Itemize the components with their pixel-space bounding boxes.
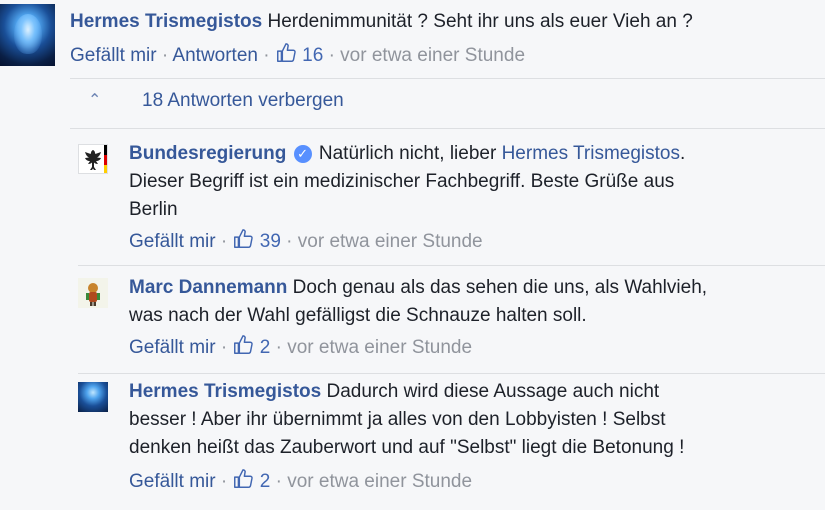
separator: · <box>328 45 335 66</box>
reply-item: Hermes Trismegistos Dadurch wird diese A… <box>78 378 825 500</box>
avatar[interactable] <box>78 144 108 174</box>
chevron-up-icon[interactable]: ⌃ <box>88 90 101 110</box>
timestamp[interactable]: vor etwa einer Stunde <box>340 45 525 66</box>
like-count[interactable]: 39 <box>260 231 281 252</box>
like-link[interactable]: Gefällt mir <box>129 337 216 358</box>
timestamp[interactable]: vor etwa einer Stunde <box>287 471 472 492</box>
reply-text: Dadurch wird diese Aussage auch nicht <box>326 381 660 402</box>
separator: · <box>286 231 293 252</box>
like-link[interactable]: Gefällt mir <box>129 231 216 252</box>
thumbs-up-icon[interactable] <box>232 228 254 250</box>
separator: · <box>263 45 270 66</box>
separator: · <box>220 231 228 252</box>
author-name[interactable]: Marc Dannemann <box>129 277 287 298</box>
reply-text: denken heißt das Zauberwort und auf "Sel… <box>129 437 685 458</box>
author-name[interactable]: Hermes Trismegistos <box>70 11 262 32</box>
separator: · <box>275 471 282 492</box>
like-link[interactable]: Gefällt mir <box>129 471 216 492</box>
reply-text: Dieser Begriff ist ein medizinischer Fac… <box>129 171 675 192</box>
separator: · <box>220 337 228 358</box>
reply-body: Marc Dannemann Doch genau als das sehen … <box>129 274 707 330</box>
separator: · <box>220 471 228 492</box>
reply-actions: Gefällt mir · 2 · vor etwa einer Stunde <box>129 468 472 496</box>
separator: · <box>161 45 169 66</box>
reply-link[interactable]: Antworten <box>172 45 258 66</box>
divider <box>78 373 825 374</box>
reply-item: Bundesregierung ✓ Natürlich nicht, liebe… <box>78 140 825 266</box>
like-count[interactable]: 16 <box>302 45 323 66</box>
reply-text: . <box>680 143 686 164</box>
reply-text: Natürlich nicht, lieber <box>318 143 502 164</box>
divider <box>70 128 825 129</box>
comment-text: Herdenimmunität ? Seht ihr uns als euer … <box>267 11 693 32</box>
reply-text: Doch genau als das sehen die uns, als Wa… <box>292 277 708 298</box>
replies-toggle[interactable]: ⌃ 18 Antworten verbergen <box>70 86 825 122</box>
comment-body: Hermes Trismegistos Herdenimmunität ? Se… <box>70 8 693 36</box>
reply-text: Berlin <box>129 199 178 220</box>
comment-actions: Gefällt mir · Antworten · 16 · vor etwa … <box>70 42 525 70</box>
thumbs-up-icon[interactable] <box>232 468 254 490</box>
separator: · <box>275 337 282 358</box>
avatar[interactable] <box>78 382 108 412</box>
divider <box>78 265 825 266</box>
mention-link[interactable]: Hermes Trismegistos <box>502 143 680 164</box>
reply-body: Bundesregierung ✓ Natürlich nicht, liebe… <box>129 140 685 224</box>
reply-actions: Gefällt mir · 39 · vor etwa einer Stunde <box>129 228 483 256</box>
avatar[interactable] <box>78 278 108 308</box>
like-link[interactable]: Gefällt mir <box>70 45 157 66</box>
timestamp[interactable]: vor etwa einer Stunde <box>287 337 472 358</box>
reply-item: Marc Dannemann Doch genau als das sehen … <box>78 274 825 374</box>
divider <box>70 78 825 79</box>
like-count[interactable]: 2 <box>260 337 271 358</box>
reply-text: besser ! Aber ihr übernimmt ja alles von… <box>129 409 666 430</box>
thumbs-up-icon[interactable] <box>275 42 297 64</box>
thumbs-up-icon[interactable] <box>232 334 254 356</box>
flag-stripe <box>104 145 107 173</box>
top-comment: Hermes Trismegistos Herdenimmunität ? Se… <box>0 0 825 78</box>
verified-badge-icon: ✓ <box>293 145 312 163</box>
reply-actions: Gefällt mir · 2 · vor etwa einer Stunde <box>129 334 472 362</box>
reply-body: Hermes Trismegistos Dadurch wird diese A… <box>129 378 684 462</box>
avatar[interactable] <box>0 4 55 66</box>
character-icon <box>86 283 100 306</box>
hide-replies-link[interactable]: 18 Antworten verbergen <box>142 90 344 112</box>
like-count[interactable]: 2 <box>260 471 271 492</box>
timestamp[interactable]: vor etwa einer Stunde <box>298 231 483 252</box>
author-name[interactable]: Bundesregierung <box>129 143 286 164</box>
author-name[interactable]: Hermes Trismegistos <box>129 381 321 402</box>
reply-text: was nach der Wahl gefälligst die Schnauz… <box>129 305 587 326</box>
